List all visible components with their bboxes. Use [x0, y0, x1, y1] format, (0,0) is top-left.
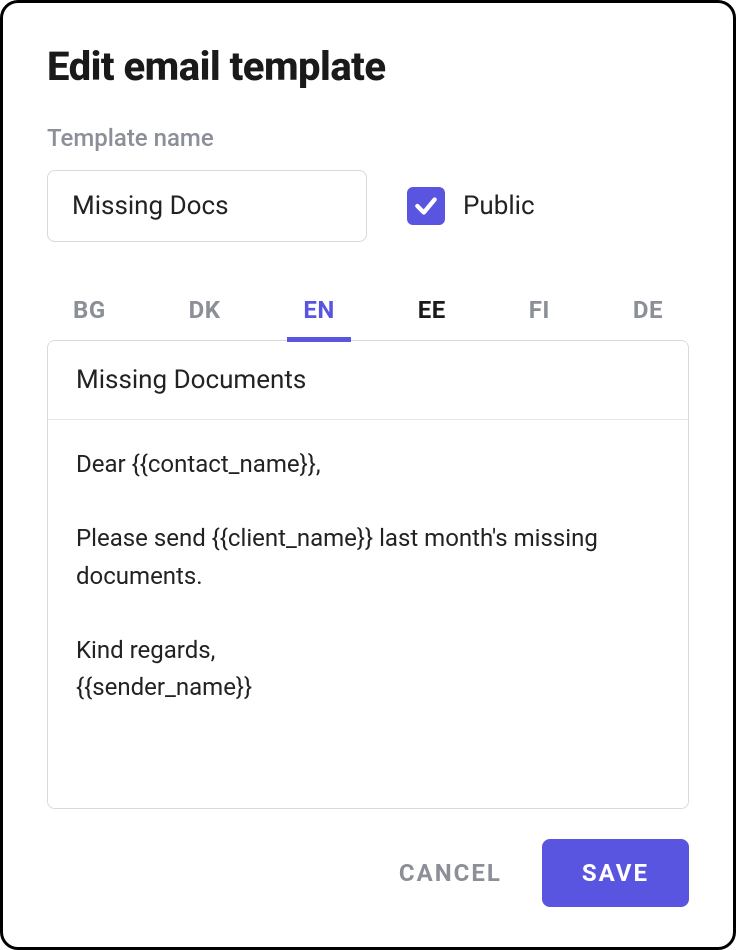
cancel-button[interactable]: CANCEL	[399, 859, 502, 887]
modal-title: Edit email template	[47, 43, 689, 90]
tab-dk[interactable]: DK	[173, 286, 237, 340]
language-tabs: BG DK EN EE FI DE	[47, 286, 689, 340]
email-editor	[47, 340, 689, 809]
tab-en[interactable]: EN	[287, 286, 350, 340]
tab-fi[interactable]: FI	[513, 286, 566, 340]
public-label: Public	[463, 191, 535, 221]
tab-bg[interactable]: BG	[57, 286, 122, 340]
check-icon	[413, 193, 439, 219]
tab-ee[interactable]: EE	[402, 286, 462, 340]
save-button[interactable]: SAVE	[542, 839, 689, 907]
email-body-textarea[interactable]	[48, 420, 688, 808]
modal-actions: CANCEL SAVE	[47, 839, 689, 907]
template-name-input[interactable]	[47, 170, 367, 242]
public-checkbox[interactable]	[407, 187, 445, 225]
email-subject-input[interactable]	[48, 341, 688, 420]
edit-email-template-modal: Edit email template Template name Public…	[0, 0, 736, 950]
template-name-label: Template name	[47, 124, 689, 152]
name-row: Public	[47, 170, 689, 242]
public-checkbox-wrap: Public	[407, 187, 535, 225]
tab-de[interactable]: DE	[617, 286, 679, 340]
